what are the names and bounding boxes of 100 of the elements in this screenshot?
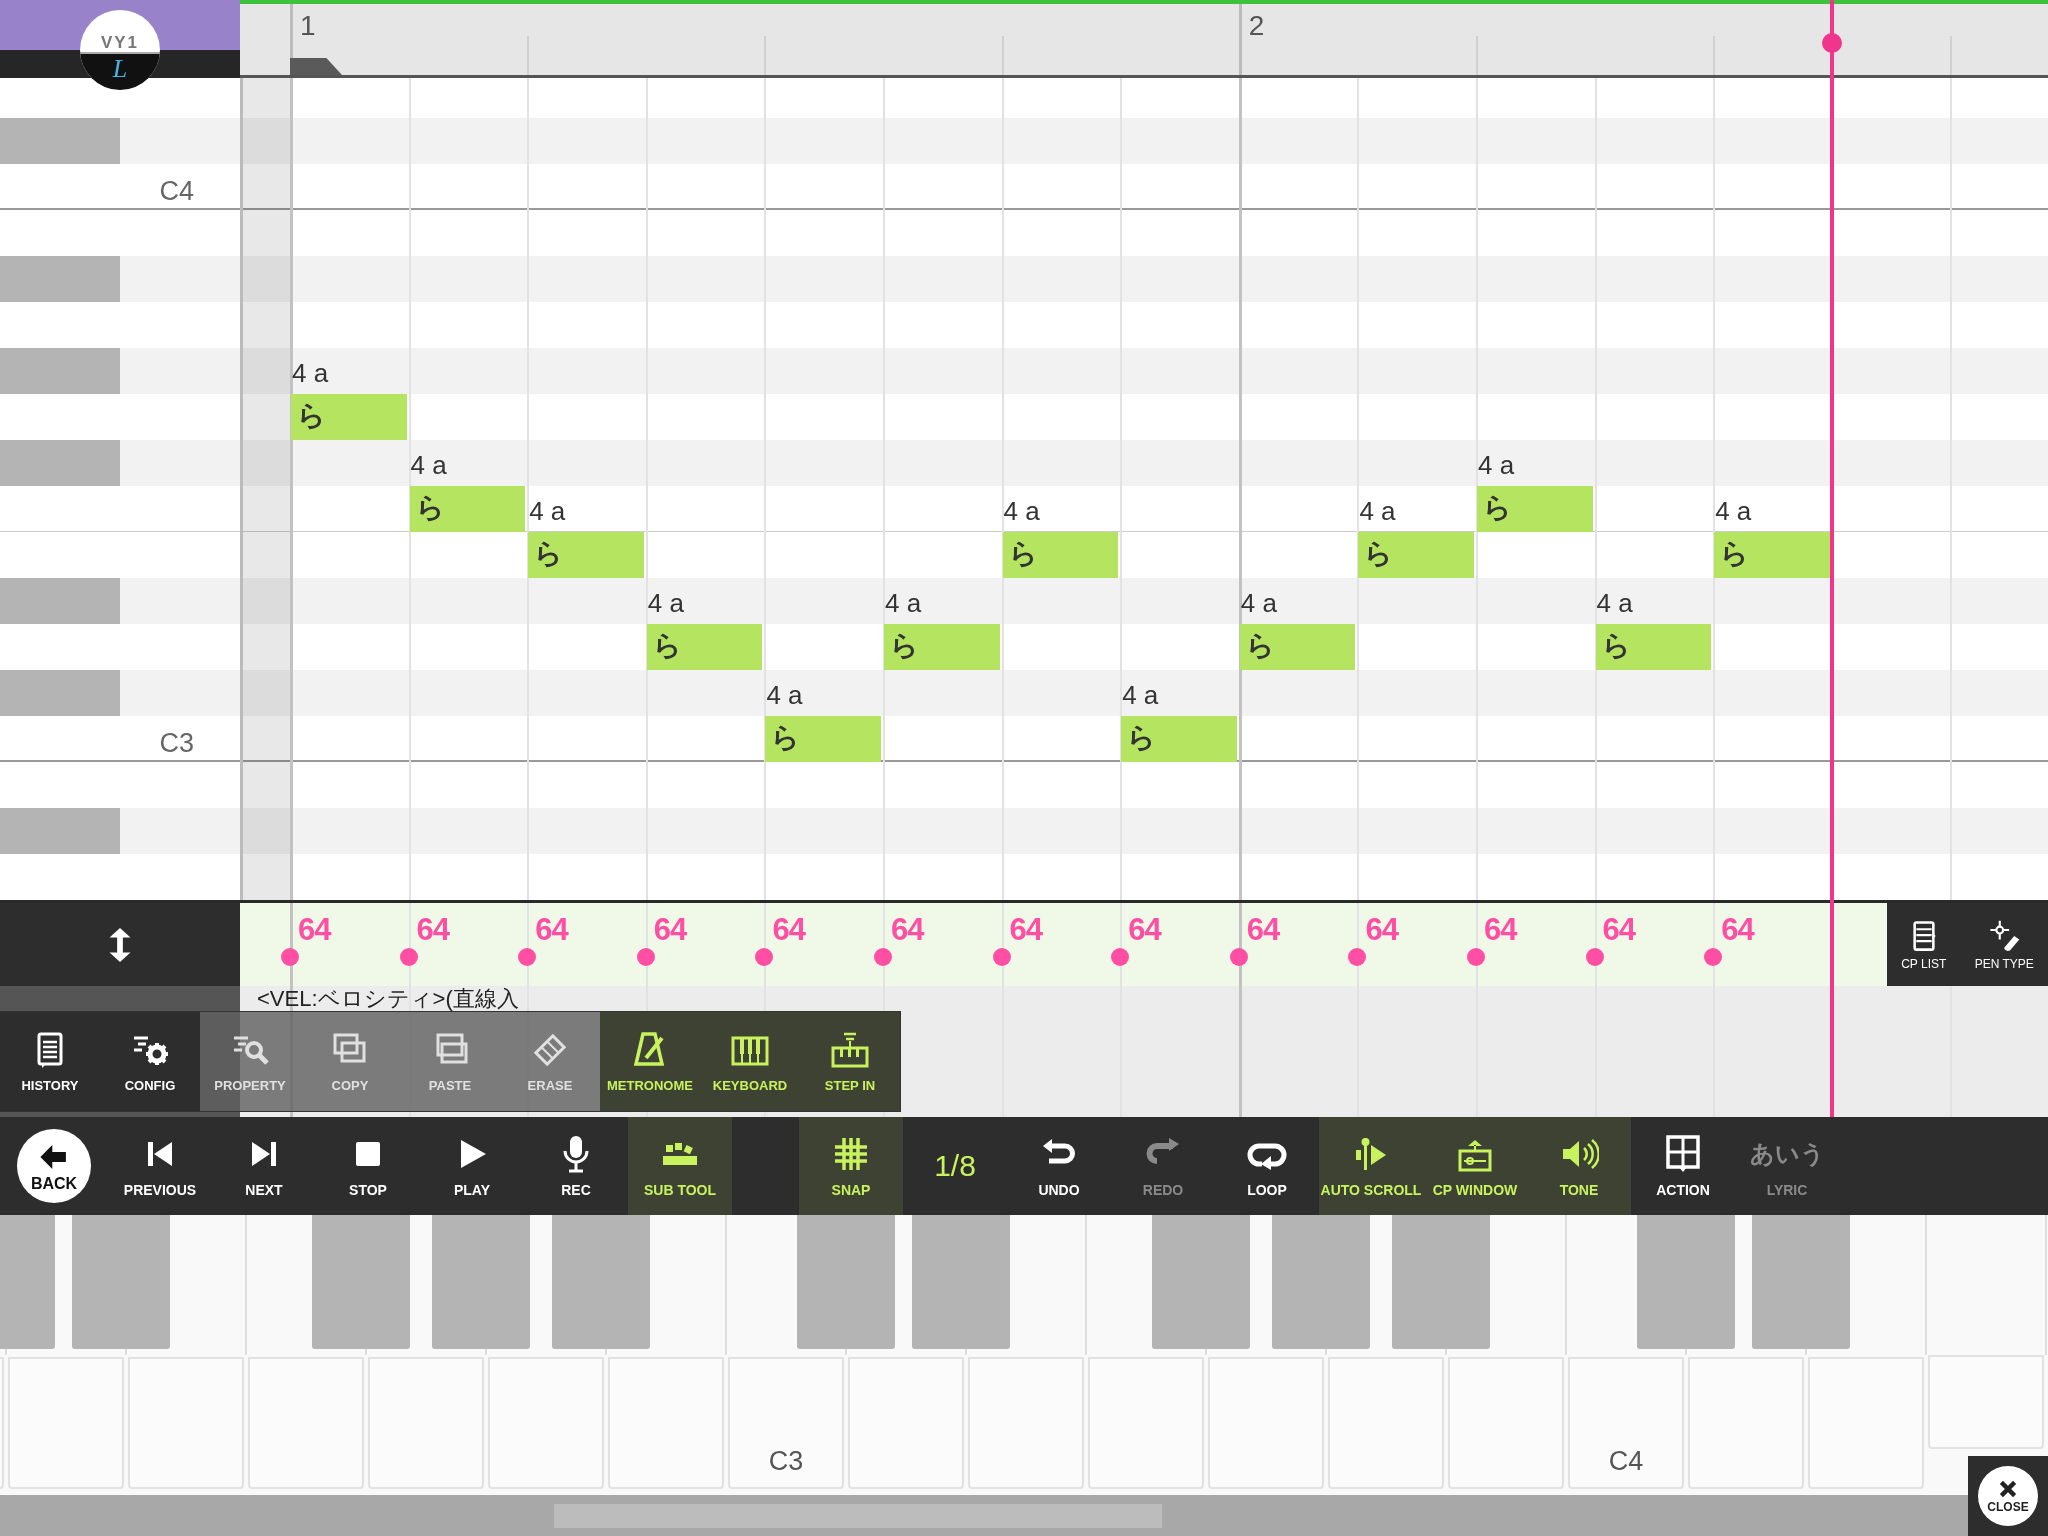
velocity-dot[interactable]: [992, 948, 1011, 966]
note-label: 4 a: [1359, 496, 1396, 526]
velocity-value: 64: [416, 913, 450, 947]
velocity-dot[interactable]: [1585, 948, 1604, 966]
velocity-dot[interactable]: [518, 948, 537, 966]
toolbar-button[interactable]: LOOP: [1215, 1117, 1319, 1215]
velocity-dot[interactable]: [1348, 948, 1367, 966]
velocity-value: 64: [298, 913, 331, 947]
note-block[interactable]: ら: [1714, 532, 1830, 578]
piano-key[interactable]: [432, 1215, 530, 1349]
velocity-dot[interactable]: [874, 948, 892, 966]
toolbar-button[interactable]: NEXT: [212, 1117, 316, 1215]
lane-tool-button[interactable]: CP LIST: [1899, 916, 1949, 973]
toolbar-button[interactable]: REC: [524, 1117, 628, 1215]
piano-key[interactable]: [912, 1215, 1010, 1349]
note-block[interactable]: ら: [1239, 624, 1356, 670]
piano-key[interactable]: C4: [1568, 1357, 1684, 1489]
note-block[interactable]: ら: [765, 716, 881, 762]
note-block[interactable]: ら: [528, 532, 644, 578]
piano-key[interactable]: [1928, 1355, 2044, 1449]
palette-button[interactable]: CONFIG: [100, 1012, 200, 1111]
toolbar-button[interactable]: UNDO: [1007, 1117, 1111, 1215]
piano-key[interactable]: [1328, 1357, 1444, 1489]
step-input-icon: [830, 1030, 870, 1070]
timeline-ruler[interactable]: 1 2: [240, 0, 2048, 78]
start-marker[interactable]: [290, 58, 342, 75]
velocity-dot[interactable]: [1467, 948, 1485, 966]
note-block[interactable]: ら: [409, 486, 526, 532]
note-block[interactable]: ら: [1477, 486, 1593, 532]
velocity-dot[interactable]: [281, 948, 299, 966]
velocity-dot[interactable]: [1111, 948, 1130, 966]
velocity-dot[interactable]: [1704, 948, 1723, 966]
palette-button[interactable]: KEYBOARD: [700, 1012, 800, 1111]
toolbar-button[interactable]: SUB TOOL: [628, 1117, 732, 1215]
piano-key[interactable]: [797, 1215, 895, 1349]
playhead[interactable]: [1820, 0, 1844, 1117]
kana-icon: あいう: [1749, 1134, 1825, 1174]
palette-button[interactable]: STEP IN: [800, 1012, 900, 1111]
toolbar-button[interactable]: PLAY: [420, 1117, 524, 1215]
piano-key[interactable]: [1637, 1215, 1735, 1349]
palette-button[interactable]: METRONOME: [600, 1012, 700, 1111]
piano-key[interactable]: [128, 1357, 244, 1489]
velocity-dot[interactable]: [636, 948, 655, 966]
note-block[interactable]: ら: [291, 394, 407, 440]
note-block[interactable]: ら: [884, 624, 1000, 670]
velocity-value: 64: [1721, 913, 1754, 947]
toolbar-button[interactable]: TONE: [1527, 1117, 1631, 1215]
velocity-dot[interactable]: [1229, 948, 1248, 966]
piano-key[interactable]: [1808, 1357, 1924, 1489]
piano-key[interactable]: [552, 1215, 650, 1349]
piano-key[interactable]: [488, 1357, 604, 1489]
key-label: C4: [1608, 1446, 1644, 1477]
close-button[interactable]: CLOSE: [1968, 1456, 2048, 1536]
piano-key[interactable]: [968, 1357, 1084, 1489]
note-block[interactable]: ら: [646, 624, 763, 670]
lane-tool-button[interactable]: PEN TYPE: [1972, 916, 2036, 973]
piano-key[interactable]: [368, 1357, 484, 1489]
lane-header[interactable]: [0, 903, 240, 986]
velocity-dot[interactable]: [755, 948, 774, 966]
piano-key[interactable]: [72, 1215, 170, 1349]
note-block[interactable]: ら: [1121, 716, 1237, 762]
back-button[interactable]: BACK: [17, 1129, 91, 1203]
piano-key[interactable]: [1152, 1215, 1250, 1349]
note-label: 4 a: [1003, 496, 1040, 526]
piano-key[interactable]: [1752, 1215, 1850, 1349]
toolbar-button[interactable]: AUTO SCROLL: [1319, 1117, 1423, 1215]
velocity-value: 64: [535, 913, 568, 947]
pitch-label: C3: [159, 728, 194, 758]
scrollbar-track[interactable]: [0, 1495, 1968, 1536]
toolbar-button[interactable]: ACTION: [1631, 1117, 1735, 1215]
note-block[interactable]: ら: [1358, 532, 1474, 578]
piano-key[interactable]: [1392, 1215, 1490, 1349]
piano-key[interactable]: [1088, 1357, 1204, 1489]
note-label: 4 a: [292, 358, 329, 388]
piano-keyboard[interactable]: C3 C4: [0, 1215, 2048, 1495]
piano-key[interactable]: [1688, 1357, 1804, 1489]
palette-button[interactable]: HISTORY: [0, 1012, 100, 1111]
window-panes-icon: [1663, 1134, 1703, 1174]
piano-key[interactable]: C3: [728, 1357, 844, 1489]
snap-value: 1/8: [934, 1149, 976, 1183]
toolbar-button[interactable]: PREVIOUS: [108, 1117, 212, 1215]
toolbar-button[interactable]: SNAP: [799, 1117, 903, 1215]
piano-key[interactable]: [312, 1215, 410, 1349]
velocity-dot[interactable]: [399, 948, 418, 966]
toolbar-button[interactable]: CP WINDOW: [1423, 1117, 1527, 1215]
velocity-value: 64: [1128, 913, 1161, 947]
piano-key[interactable]: [248, 1357, 364, 1489]
piano-key[interactable]: [608, 1357, 724, 1489]
piano-key[interactable]: [1208, 1357, 1324, 1489]
note-block[interactable]: ら: [1595, 624, 1712, 670]
piano-key[interactable]: [848, 1357, 964, 1489]
piano-key[interactable]: [1448, 1357, 1564, 1489]
close-icon: [1997, 1478, 2019, 1500]
toolbar-button[interactable]: STOP: [316, 1117, 420, 1215]
piano-key[interactable]: [8, 1357, 124, 1489]
velocity-value: 64: [772, 913, 805, 947]
bar-number: 1: [300, 10, 316, 42]
piano-key[interactable]: [1272, 1215, 1370, 1349]
note-block[interactable]: ら: [1002, 532, 1119, 578]
crosshair-pen-icon: [1987, 918, 2022, 953]
